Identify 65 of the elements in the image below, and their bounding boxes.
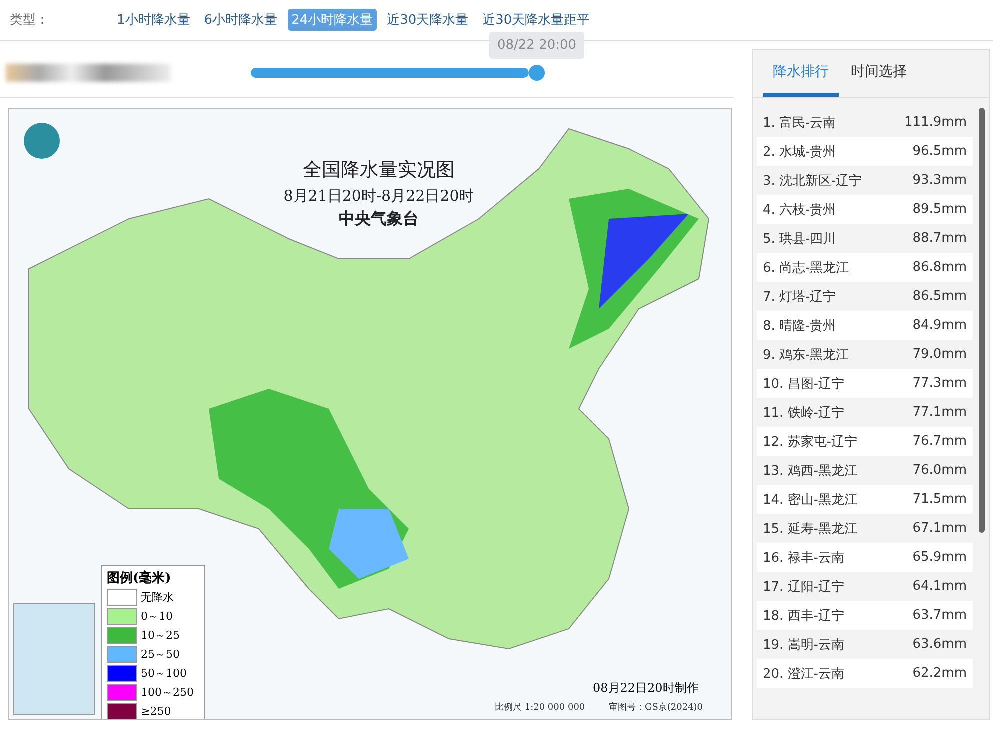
- rainfall-amount: 63.7mm: [912, 608, 967, 623]
- rainfall-amount: 77.3mm: [912, 376, 967, 391]
- legend-label: 10～25: [141, 628, 180, 643]
- station-name: 9. 鸡东-黑龙江: [763, 346, 850, 364]
- panel-tab[interactable]: 时间选择: [841, 50, 917, 97]
- type-label: 类型：: [10, 12, 50, 29]
- rainfall-amount: 86.8mm: [912, 260, 967, 275]
- legend-label: 25～50: [141, 647, 180, 662]
- station-name: 5. 珙县-四川: [763, 230, 836, 248]
- rainfall-amount: 88.7mm: [912, 231, 967, 246]
- station-name: 13. 鸡西-黑龙江: [763, 462, 858, 480]
- station-name: 19. 嵩明-云南: [763, 636, 844, 654]
- station-name: 14. 密山-黑龙江: [763, 492, 858, 508]
- station-name: 15. 延寿-黑龙江: [763, 520, 858, 538]
- map-publisher: 中央气象台: [339, 209, 419, 230]
- logo-icon: [24, 123, 60, 159]
- station-name: 12. 苏家屯-辽宁: [763, 434, 858, 450]
- station-name: 20. 澄江-云南: [763, 666, 844, 682]
- station-name: 1. 富民-云南: [763, 114, 836, 132]
- rainfall-amount: 86.5mm: [912, 289, 967, 304]
- rainfall-amount: 76.7mm: [912, 434, 967, 449]
- rainfall-amount: 93.3mm: [912, 173, 967, 188]
- rainfall-amount: 79.0mm: [912, 347, 967, 362]
- rainfall-amount: 71.5mm: [912, 492, 967, 507]
- station-name: 17. 辽阳-辽宁: [763, 578, 844, 596]
- legend-title: 图例(毫米): [107, 570, 172, 587]
- made-time: 08月22日20时制作: [593, 680, 699, 697]
- map-scale: 比例尺 1:20 000 000: [495, 702, 586, 714]
- panel-tab[interactable]: 降水排行: [763, 50, 839, 97]
- legend-label: 50～100: [141, 666, 187, 681]
- type-option[interactable]: 6小时降水量: [200, 9, 282, 31]
- legend-label: ≥250: [141, 705, 172, 718]
- legend-label: 无降水: [141, 590, 174, 605]
- rainfall-amount: 65.9mm: [912, 550, 967, 565]
- station-name: 16. 禄丰-云南: [763, 550, 844, 566]
- map-period: 8月21日20时-8月22日20时: [284, 187, 474, 206]
- legend-label: 100～250: [141, 685, 194, 700]
- type-option[interactable]: 近30天降水量距平: [478, 9, 594, 31]
- station-name: 18. 西丰-辽宁: [763, 608, 844, 624]
- station-name: 6. 尚志-黑龙江: [763, 260, 850, 276]
- rainfall-amount: 96.5mm: [912, 144, 967, 159]
- rainfall-amount: 63.6mm: [912, 637, 967, 652]
- station-name: 2. 水城-贵州: [763, 144, 836, 160]
- type-option[interactable]: 1小时降水量: [113, 9, 194, 31]
- type-option[interactable]: 近30天降水量: [383, 9, 473, 31]
- rainfall-amount: 62.2mm: [912, 666, 967, 681]
- station-name: 3. 沈北新区-辽宁: [763, 172, 862, 190]
- map-title: 全国降水量实况图: [303, 158, 455, 183]
- station-name: 8. 晴隆-贵州: [763, 318, 836, 334]
- station-name: 10. 昌图-辽宁: [763, 376, 844, 392]
- slider-thumb[interactable]: [529, 65, 545, 81]
- rainfall-amount: 77.1mm: [912, 405, 967, 420]
- station-name: 11. 铁岭-辽宁: [763, 404, 844, 422]
- rainfall-amount: 67.1mm: [912, 521, 967, 536]
- legend-label: 0～10: [141, 609, 173, 624]
- rainfall-amount: 76.0mm: [912, 463, 967, 478]
- rainfall-amount: 111.9mm: [904, 115, 967, 130]
- rainfall-amount: 64.1mm: [912, 579, 967, 594]
- time-tooltip: 08/22 20:00: [489, 32, 585, 59]
- rainfall-amount: 89.5mm: [912, 202, 967, 217]
- approval-number: 审图号：GS京(2024)0: [609, 702, 704, 714]
- scrollbar[interactable]: [979, 108, 985, 533]
- station-name: 4. 六枝-贵州: [763, 202, 836, 218]
- station-name: 7. 灯塔-辽宁: [763, 288, 836, 306]
- rainfall-amount: 84.9mm: [912, 318, 967, 333]
